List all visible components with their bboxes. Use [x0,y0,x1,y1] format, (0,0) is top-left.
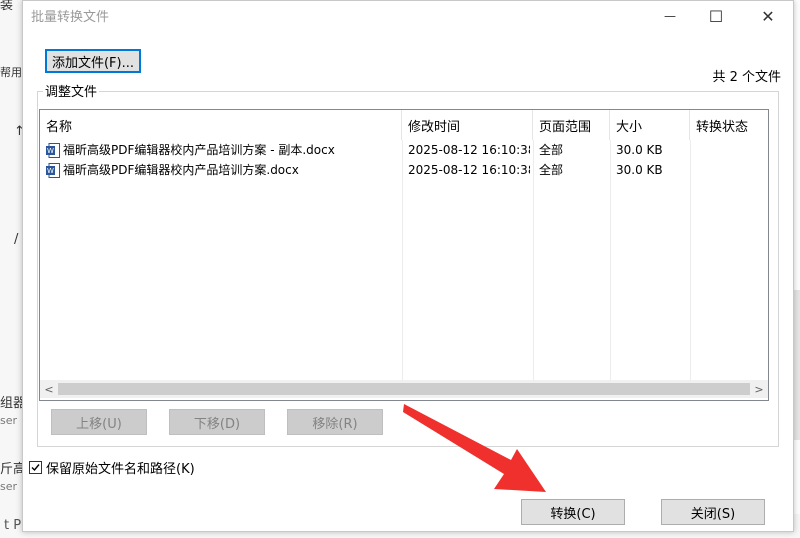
file-list[interactable]: 名称 修改时间 页面范围 大小 转换状态 W 福昕高级PDF编辑器校内产品培训方… [39,109,769,401]
table-row[interactable]: W 福昕高级PDF编辑器校内产品培训方案.docx 2025-08-12 16:… [40,160,768,180]
file-count: 共 2 个文件 [712,70,781,85]
column-header-name[interactable]: 名称 [40,110,402,140]
background-text-fragment: 装 [0,0,14,13]
minimize-icon: — [664,9,676,23]
scrollbar-thumb[interactable] [58,383,750,395]
svg-text:W: W [47,147,54,155]
file-modified-time: 2025-08-12 16:10:38 [408,143,530,157]
maximize-icon: ☐ [708,6,724,26]
svg-text:W: W [47,167,54,175]
background-text-fragment: ser [0,480,18,493]
move-down-button[interactable]: 下移(D) [169,409,265,435]
file-page-range: 全部 [539,163,564,177]
move-up-button[interactable]: 上移(U) [51,409,147,435]
column-header-size[interactable]: 大小 [610,110,690,140]
close-button[interactable]: 关闭(S) [661,499,765,525]
convert-button[interactable]: 转换(C) [521,499,625,525]
batch-convert-dialog: 批量转换文件 — ☐ ✕ 添加文件(F)... 共 2 个文件 调整文件 名称 … [22,0,794,532]
file-name: 福昕高级PDF编辑器校内产品培训方案 - 副本.docx [63,143,335,157]
add-files-button[interactable]: 添加文件(F)... [45,49,141,73]
file-status [696,160,766,180]
background-text-fragment: / [14,232,19,247]
horizontal-scrollbar[interactable]: < > [40,380,768,398]
file-modified-time: 2025-08-12 16:10:38 [408,163,530,177]
word-document-icon: W [46,163,60,178]
scroll-left-arrow-icon[interactable]: < [42,380,56,398]
checkmark-icon [31,463,40,471]
file-size: 30.0 KB [616,143,663,157]
adjust-files-label: 调整文件 [43,81,100,100]
file-name: 福昕高级PDF编辑器校内产品培训方案.docx [63,163,299,177]
scroll-right-arrow-icon[interactable]: > [752,380,766,398]
maximize-button[interactable]: ☐ [693,1,739,31]
file-status [696,140,766,160]
file-size: 30.0 KB [616,163,663,177]
dialog-title: 批量转换文件 [31,10,110,25]
title-bar[interactable]: 批量转换文件 — ☐ ✕ [23,1,793,31]
table-row[interactable]: W 福昕高级PDF编辑器校内产品培训方案 - 副本.docx 2025-08-1… [40,140,768,160]
keep-original-name-option[interactable]: 保留原始文件名和路径(K) [29,459,195,477]
keep-original-name-checkbox[interactable] [29,460,42,474]
column-header-status[interactable]: 转换状态 [690,110,768,140]
word-document-icon: W [46,143,60,158]
remove-button[interactable]: 移除(R) [287,409,383,435]
close-window-button[interactable]: ✕ [745,1,791,31]
file-page-range: 全部 [539,143,564,157]
background-text-fragment: ser [0,414,18,427]
close-icon: ✕ [761,6,775,26]
column-header-modified[interactable]: 修改时间 [402,110,533,140]
keep-original-name-label: 保留原始文件名和路径(K) [46,461,195,477]
minimize-button[interactable]: — [647,1,693,31]
column-header-page-range[interactable]: 页面范围 [533,110,610,140]
background-text-fragment: 帮用 [0,66,22,79]
